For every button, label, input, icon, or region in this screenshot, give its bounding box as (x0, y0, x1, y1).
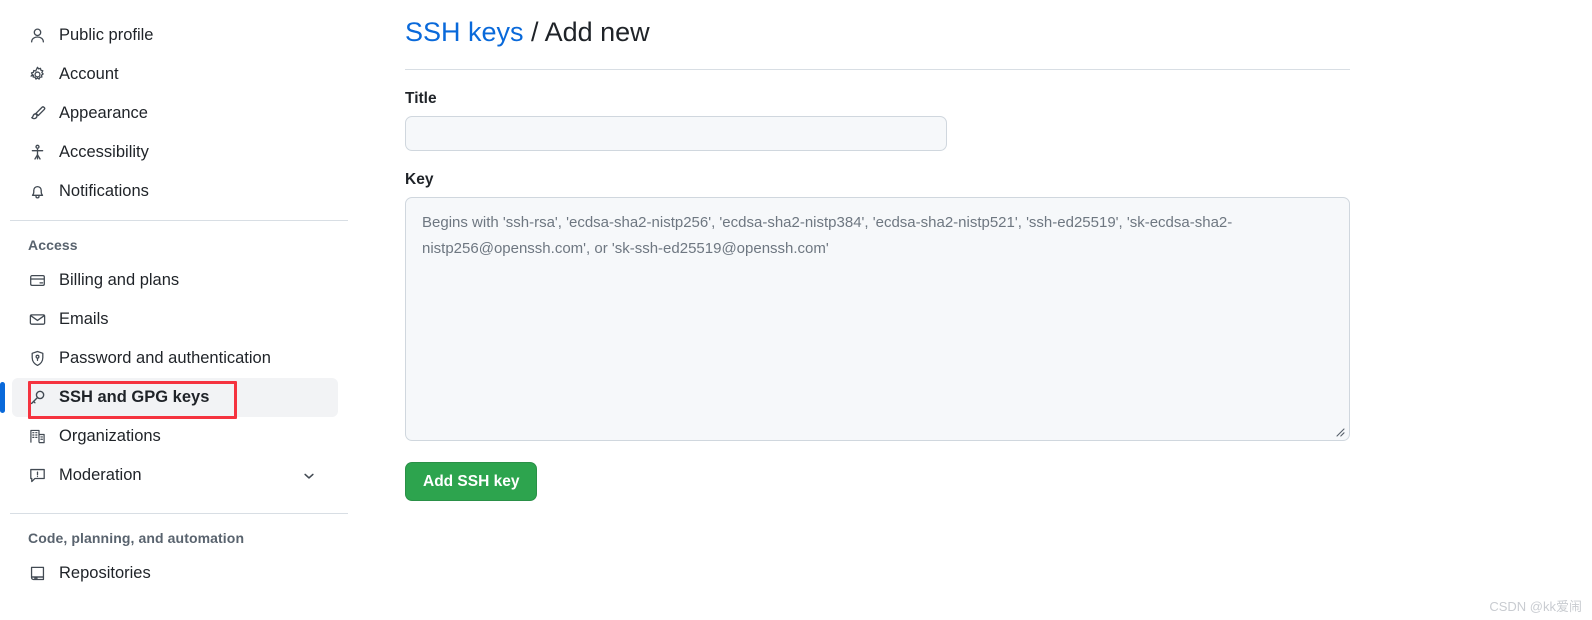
key-input[interactable] (405, 197, 1350, 441)
accessibility-icon (28, 144, 46, 162)
add-ssh-key-button[interactable]: Add SSH key (405, 462, 538, 501)
sidebar-group-title-access: Access (28, 237, 78, 253)
sidebar-group-title-code: Code, planning, and automation (28, 530, 245, 546)
repo-icon (28, 565, 46, 583)
selected-indicator-bar (0, 382, 5, 413)
sidebar-item-ssh-and-gpg-keys[interactable]: SSH and GPG keys (0, 378, 338, 419)
sidebar-code-group: Repositories (0, 554, 360, 593)
key-textarea-wrapper (405, 197, 1350, 441)
breadcrumb: SSH keys / Add new (405, 14, 1405, 50)
title-input[interactable] (405, 116, 947, 151)
sidebar-item-password-and-authentication[interactable]: Password and authentication (12, 339, 338, 378)
sidebar-item-label: Appearance (59, 104, 148, 123)
settings-page: Public profile Account Appearance Access… (0, 0, 1592, 620)
organization-icon (28, 428, 46, 446)
breadcrumb-link-ssh-keys[interactable]: SSH keys (405, 17, 524, 47)
key-field-block: Key (405, 171, 1405, 441)
watermark: CSDN @kk爱闹 (1489, 599, 1582, 614)
envelope-icon (28, 311, 46, 329)
header-divider (405, 69, 1350, 70)
sidebar-item-organizations[interactable]: Organizations (12, 417, 338, 456)
bell-icon (28, 183, 46, 201)
sidebar-item-label: SSH and GPG keys (59, 388, 210, 407)
page-title: Add new (544, 17, 650, 47)
sidebar-access-group: Billing and plans Emails Password and au… (0, 261, 360, 495)
sidebar-item-label: Notifications (59, 182, 149, 201)
title-field-block: Title (405, 90, 1405, 151)
sidebar-item-label: Organizations (59, 427, 161, 446)
sidebar-item-emails[interactable]: Emails (12, 300, 338, 339)
gear-icon (28, 66, 46, 84)
sidebar-personal-group: Public profile Account Appearance Access… (0, 0, 360, 211)
key-label: Key (405, 171, 434, 188)
sidebar-item-label: Emails (59, 310, 109, 329)
sidebar-item-accessibility[interactable]: Accessibility (12, 133, 338, 172)
sidebar-item-label: Repositories (59, 564, 151, 583)
main-content: SSH keys / Add new Title Key Add SSH key (405, 0, 1405, 501)
title-label: Title (405, 90, 437, 107)
person-icon (28, 27, 46, 45)
breadcrumb-separator: / (523, 17, 545, 47)
shield-lock-icon (28, 350, 46, 368)
sidebar-item-label: Moderation (59, 466, 142, 485)
sidebar-item-label: Public profile (59, 26, 154, 45)
sidebar-item-public-profile[interactable]: Public profile (12, 16, 338, 55)
page-header: SSH keys / Add new (405, 0, 1405, 70)
sidebar-item-label: Account (59, 65, 119, 84)
credit-card-icon (28, 272, 46, 290)
sidebar-item-notifications[interactable]: Notifications (12, 172, 338, 211)
key-icon (28, 389, 46, 407)
sidebar-item-label: Accessibility (59, 143, 149, 162)
sidebar-item-repositories[interactable]: Repositories (12, 554, 338, 593)
sidebar-item-moderation[interactable]: Moderation (12, 456, 338, 495)
report-icon (28, 467, 46, 485)
paintbrush-icon (28, 105, 46, 123)
sidebar-item-account[interactable]: Account (12, 55, 338, 94)
chevron-down-icon[interactable] (302, 469, 316, 483)
sidebar-item-billing-and-plans[interactable]: Billing and plans (12, 261, 338, 300)
sidebar-item-label: Billing and plans (59, 271, 180, 290)
sidebar-item-appearance[interactable]: Appearance (12, 94, 338, 133)
sidebar-item-label: Password and authentication (59, 349, 271, 368)
settings-sidebar: Public profile Account Appearance Access… (0, 0, 360, 620)
